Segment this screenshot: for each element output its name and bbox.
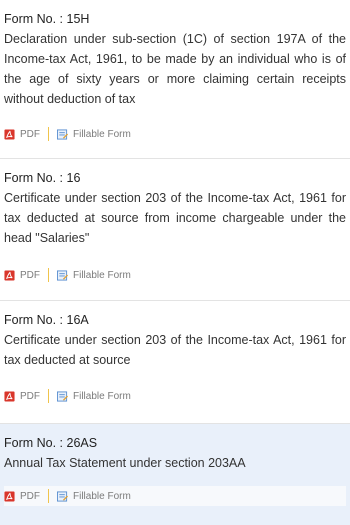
pdf-label: PDF [20,128,40,140]
form-number: Form No. : 16A [4,313,89,327]
divider [48,127,49,141]
fillable-form-link[interactable]: Fillable Form [57,491,131,502]
pdf-icon [4,490,15,502]
form-links: PDF Fillable Form [4,124,346,144]
fillable-form-label: Fillable Form [73,490,131,502]
list-item: Form No. : 16 Certificate under section … [0,159,350,301]
fillable-form-link[interactable]: Fillable Form [57,129,131,140]
form-number: Form No. : 16 [4,171,81,185]
pdf-icon [4,269,15,281]
pdf-label: PDF [20,490,40,502]
forms-list: Form No. : 15H Declaration under sub-sec… [0,0,350,525]
pdf-label: PDF [20,269,40,281]
pdf-icon [4,390,15,402]
divider [48,268,49,282]
fillable-form-label: Fillable Form [73,269,131,281]
fillable-form-label: Fillable Form [73,128,131,140]
pdf-link[interactable]: PDF [4,391,40,402]
form-links: PDF Fillable Form [4,265,346,285]
form-description: Certificate under section 203 of the Inc… [4,191,346,245]
fillable-form-link[interactable]: Fillable Form [57,391,131,402]
pdf-link[interactable]: PDF [4,129,40,140]
pdf-label: PDF [20,390,40,402]
fillable-form-link[interactable]: Fillable Form [57,270,131,281]
pdf-link[interactable]: PDF [4,491,40,502]
list-item: Form No. : 16A Certificate under section… [0,301,350,424]
list-item: Form No. : 26AS Annual Tax Statement und… [0,424,350,525]
pdf-link[interactable]: PDF [4,270,40,281]
form-links: PDF Fillable Form [4,486,346,506]
form-description: Certificate under section 203 of the Inc… [4,333,346,367]
form-number: Form No. : 15H [4,12,90,26]
pdf-icon [4,128,15,140]
divider [48,489,49,503]
divider [48,389,49,403]
fillable-form-icon [57,390,68,402]
fillable-form-label: Fillable Form [73,390,131,402]
form-number: Form No. : 26AS [4,436,98,450]
fillable-form-icon [57,490,68,502]
fillable-form-icon [57,269,68,281]
form-links: PDF Fillable Form [4,386,346,406]
fillable-form-icon [57,128,68,140]
list-item: Form No. : 15H Declaration under sub-sec… [0,0,350,159]
form-description: Annual Tax Statement under section 203AA [4,456,246,470]
form-description: Declaration under sub-section (1C) of se… [4,32,346,106]
